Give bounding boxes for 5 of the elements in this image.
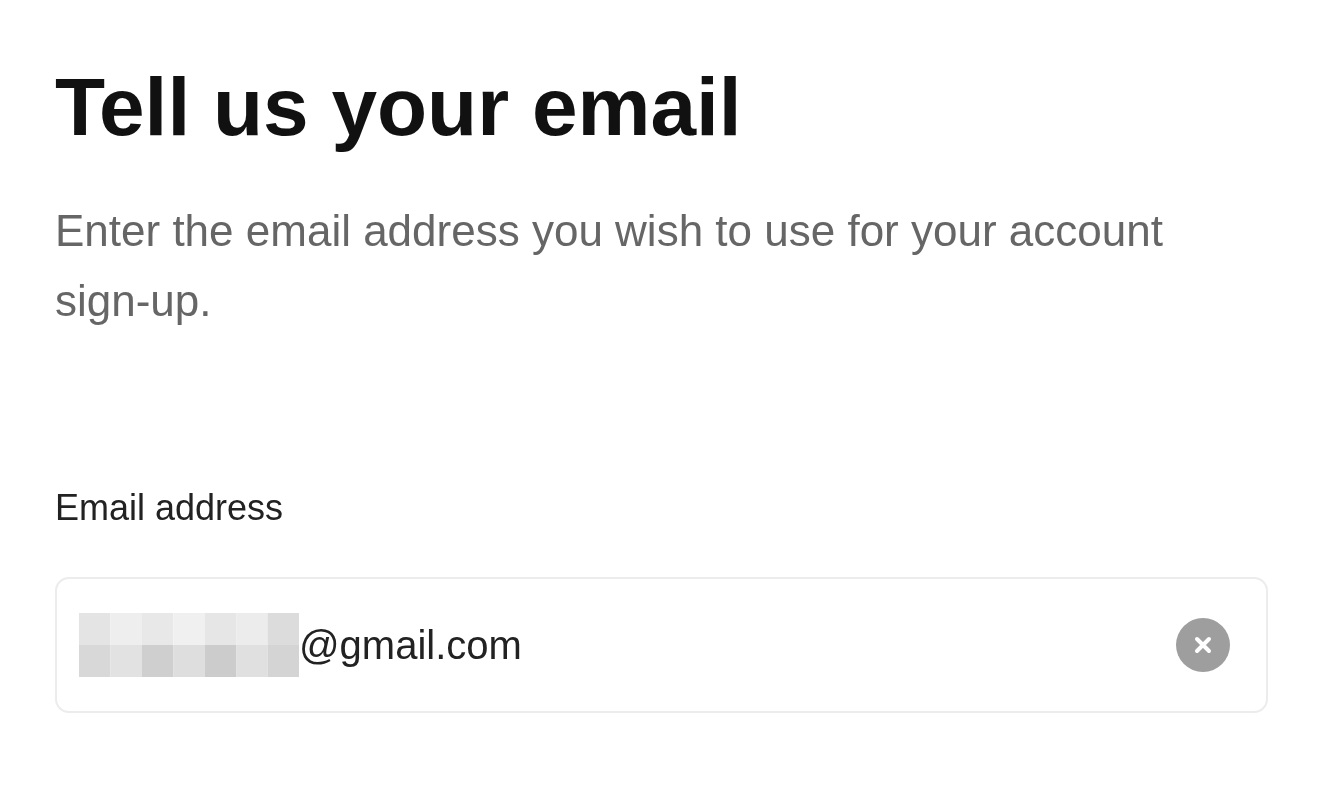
email-field[interactable]: @gmail.com (55, 577, 1268, 714)
field-label: Email address (55, 486, 285, 530)
description: Enter the email address you wish to use for your account sign-up. (55, 205, 1164, 328)
page-title: Tell us your email (55, 60, 743, 154)
clear-icon[interactable] (1176, 618, 1230, 673)
